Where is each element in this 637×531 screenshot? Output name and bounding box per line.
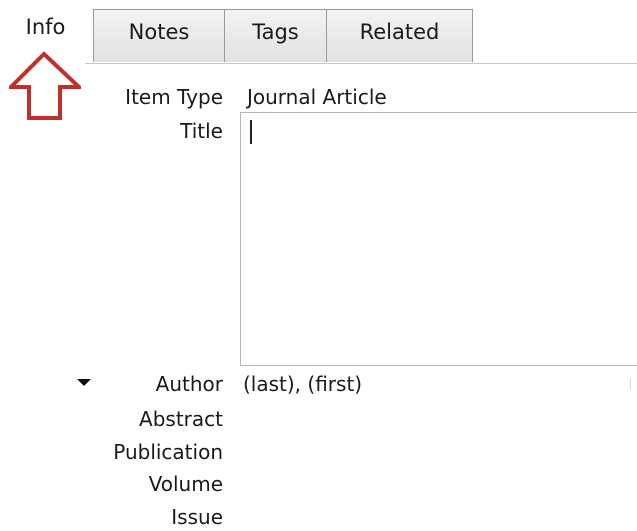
item-type-value[interactable]: Journal Article bbox=[247, 83, 387, 111]
triangle-down-icon[interactable] bbox=[77, 379, 91, 386]
text-cursor bbox=[250, 120, 252, 144]
author-value[interactable]: (last), (first) bbox=[243, 370, 362, 398]
tab-tags[interactable]: Tags bbox=[224, 9, 327, 62]
issue-label: Issue bbox=[171, 505, 223, 529]
publication-label: Publication bbox=[113, 440, 223, 464]
title-label: Title bbox=[180, 119, 223, 143]
tab-notes[interactable]: Notes bbox=[93, 9, 225, 62]
tab-bar: Info Notes Tags Related bbox=[0, 0, 637, 64]
item-type-label: Item Type bbox=[125, 85, 223, 109]
volume-label: Volume bbox=[148, 472, 223, 496]
abstract-label: Abstract bbox=[139, 407, 223, 431]
author-label: Author bbox=[155, 372, 223, 396]
tab-divider bbox=[85, 63, 637, 64]
title-field[interactable] bbox=[240, 112, 637, 366]
field-edge-mark bbox=[630, 378, 631, 390]
tab-related[interactable]: Related bbox=[326, 9, 473, 62]
up-arrow-icon bbox=[9, 51, 81, 120]
